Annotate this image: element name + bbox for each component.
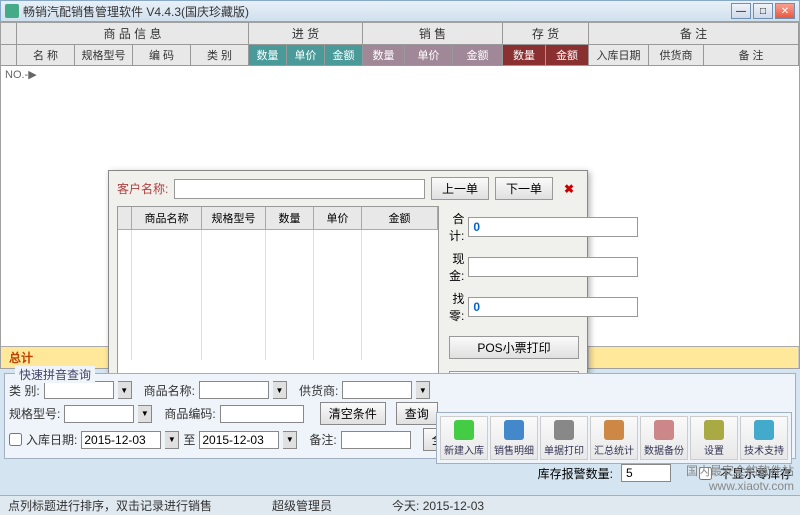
watermark-corner: 国内最安全的软件站 www.xiaotv.com <box>686 462 794 493</box>
printer-icon <box>554 420 574 440</box>
status-today-label: 今天: <box>392 499 419 513</box>
col-p-price[interactable]: 单价 <box>287 45 325 66</box>
sale-dialog: 客户名称: 上一单 下一单 ✖ 商品名称 规格型号 数量 单价 金额 <box>108 170 588 403</box>
calendar-icon <box>604 420 624 440</box>
clear-button[interactable]: 清空条件 <box>320 402 386 425</box>
spec-dropdown-icon[interactable]: ▼ <box>138 405 152 423</box>
minimize-button[interactable]: — <box>731 3 751 19</box>
gear-icon <box>704 420 724 440</box>
col-p-amt[interactable]: 金额 <box>325 45 363 66</box>
col-indate[interactable]: 入库日期 <box>589 45 649 66</box>
col-k-amt[interactable]: 金额 <box>546 45 589 66</box>
prev-order-button[interactable]: 上一单 <box>431 177 489 200</box>
lbl-remark: 备注: <box>309 431 336 448</box>
name-input[interactable] <box>199 381 269 399</box>
column-header-row: 名 称 规格型号 编 码 类 别 数量 单价 金额 数量 单价 金额 数量 金额… <box>1 45 799 66</box>
cat-input[interactable] <box>44 381 114 399</box>
remark-input[interactable] <box>341 431 411 449</box>
ocol-price[interactable]: 单价 <box>314 207 362 230</box>
lbl-cat: 类 别: <box>9 382 40 399</box>
group-remark[interactable]: 备 注 <box>589 23 799 45</box>
change-value <box>468 297 638 317</box>
date-from-input[interactable] <box>81 431 161 449</box>
col-s-qty[interactable]: 数量 <box>363 45 405 66</box>
window-title: 畅销汽配销售管理软件 V4.4.3(国庆珍藏版) <box>23 3 731 20</box>
date-from-dropdown-icon[interactable]: ▼ <box>165 431 179 449</box>
plus-icon <box>454 420 474 440</box>
cat-dropdown-icon[interactable]: ▼ <box>118 381 132 399</box>
dialog-close-icon[interactable]: ✖ <box>559 180 579 198</box>
col-remark[interactable]: 备 注 <box>704 45 799 66</box>
row-marker: NO.-▶ <box>5 68 37 81</box>
ocol-qty[interactable]: 数量 <box>266 207 314 230</box>
code-input[interactable] <box>220 405 304 423</box>
alarm-label: 库存报警数量: <box>538 465 613 482</box>
group-stock[interactable]: 存 货 <box>503 23 589 45</box>
stat-button[interactable]: 汇总统计 <box>590 416 638 460</box>
group-sale[interactable]: 销 售 <box>363 23 503 45</box>
date-to-input[interactable] <box>199 431 279 449</box>
col-s-amt[interactable]: 金额 <box>453 45 503 66</box>
status-hint: 点列标题进行排序，双击记录进行销售 <box>8 497 212 514</box>
col-name[interactable]: 名 称 <box>17 45 75 66</box>
cash-input[interactable] <box>468 257 638 277</box>
backup-button[interactable]: 数据备份 <box>640 416 688 460</box>
lbl-code: 商品编码: <box>164 405 215 422</box>
col-s-price[interactable]: 单价 <box>405 45 453 66</box>
status-today: 2015-12-03 <box>423 499 484 513</box>
group-info[interactable]: 商 品 信 息 <box>17 23 249 45</box>
lbl-to: 至 <box>183 431 195 448</box>
lbl-supplier: 供货商: <box>299 382 338 399</box>
name-dropdown-icon[interactable]: ▼ <box>273 381 287 399</box>
settings-button[interactable]: 设置 <box>690 416 738 460</box>
database-icon <box>654 420 674 440</box>
customer-label: 客户名称: <box>117 180 168 197</box>
cash-label: 现金: <box>449 250 464 284</box>
order-grid[interactable]: 商品名称 规格型号 数量 单价 金额 <box>117 206 439 394</box>
lbl-name: 商品名称: <box>144 382 195 399</box>
shield-icon <box>754 420 774 440</box>
statusbar: 点列标题进行排序，双击记录进行销售 超级管理员 今天: 2015-12-03 <box>0 495 800 515</box>
main-toolbar: 新建入库 销售明细 单据打印 汇总统计 数据备份 设置 技术支持 <box>436 412 792 464</box>
sum-value <box>468 217 638 237</box>
search-title: 快速拼音查询 <box>15 366 95 383</box>
col-supplier[interactable]: 供货商 <box>649 45 704 66</box>
col-code[interactable]: 编 码 <box>133 45 191 66</box>
ocol-spec[interactable]: 规格型号 <box>202 207 266 230</box>
group-header-row: 商 品 信 息 进 货 销 售 存 货 备 注 <box>1 23 799 45</box>
close-button[interactable]: ✕ <box>775 3 795 19</box>
maximize-button[interactable]: □ <box>753 3 773 19</box>
sum-label: 合计: <box>449 210 464 244</box>
pos-print-button[interactable]: POS小票打印 <box>449 336 579 359</box>
next-order-button[interactable]: 下一单 <box>495 177 553 200</box>
support-button[interactable]: 技术支持 <box>740 416 788 460</box>
magnifier-icon <box>504 420 524 440</box>
indate-checkbox[interactable] <box>9 433 22 446</box>
lbl-spec: 规格型号: <box>9 405 60 422</box>
ocol-name[interactable]: 商品名称 <box>132 207 202 230</box>
ocol-amt[interactable]: 金额 <box>362 207 438 230</box>
print-button[interactable]: 单据打印 <box>540 416 588 460</box>
new-stock-button[interactable]: 新建入库 <box>440 416 488 460</box>
date-to-dropdown-icon[interactable]: ▼ <box>283 431 297 449</box>
col-cat[interactable]: 类 别 <box>191 45 249 66</box>
group-purchase[interactable]: 进 货 <box>249 23 363 45</box>
supplier-input[interactable] <box>342 381 412 399</box>
col-k-qty[interactable]: 数量 <box>503 45 546 66</box>
customer-input[interactable] <box>174 179 425 199</box>
spec-input[interactable] <box>64 405 134 423</box>
lbl-indate: 入库日期: <box>26 431 77 448</box>
sale-detail-button[interactable]: 销售明细 <box>490 416 538 460</box>
change-label: 找零: <box>449 290 464 324</box>
app-icon <box>5 4 19 18</box>
supplier-dropdown-icon[interactable]: ▼ <box>416 381 430 399</box>
col-p-qty[interactable]: 数量 <box>249 45 287 66</box>
titlebar: 畅销汽配销售管理软件 V4.4.3(国庆珍藏版) — □ ✕ <box>0 0 800 22</box>
col-spec[interactable]: 规格型号 <box>75 45 133 66</box>
alarm-input[interactable] <box>621 464 671 482</box>
status-user: 超级管理员 <box>272 497 332 514</box>
query-button[interactable]: 查询 <box>396 402 438 425</box>
